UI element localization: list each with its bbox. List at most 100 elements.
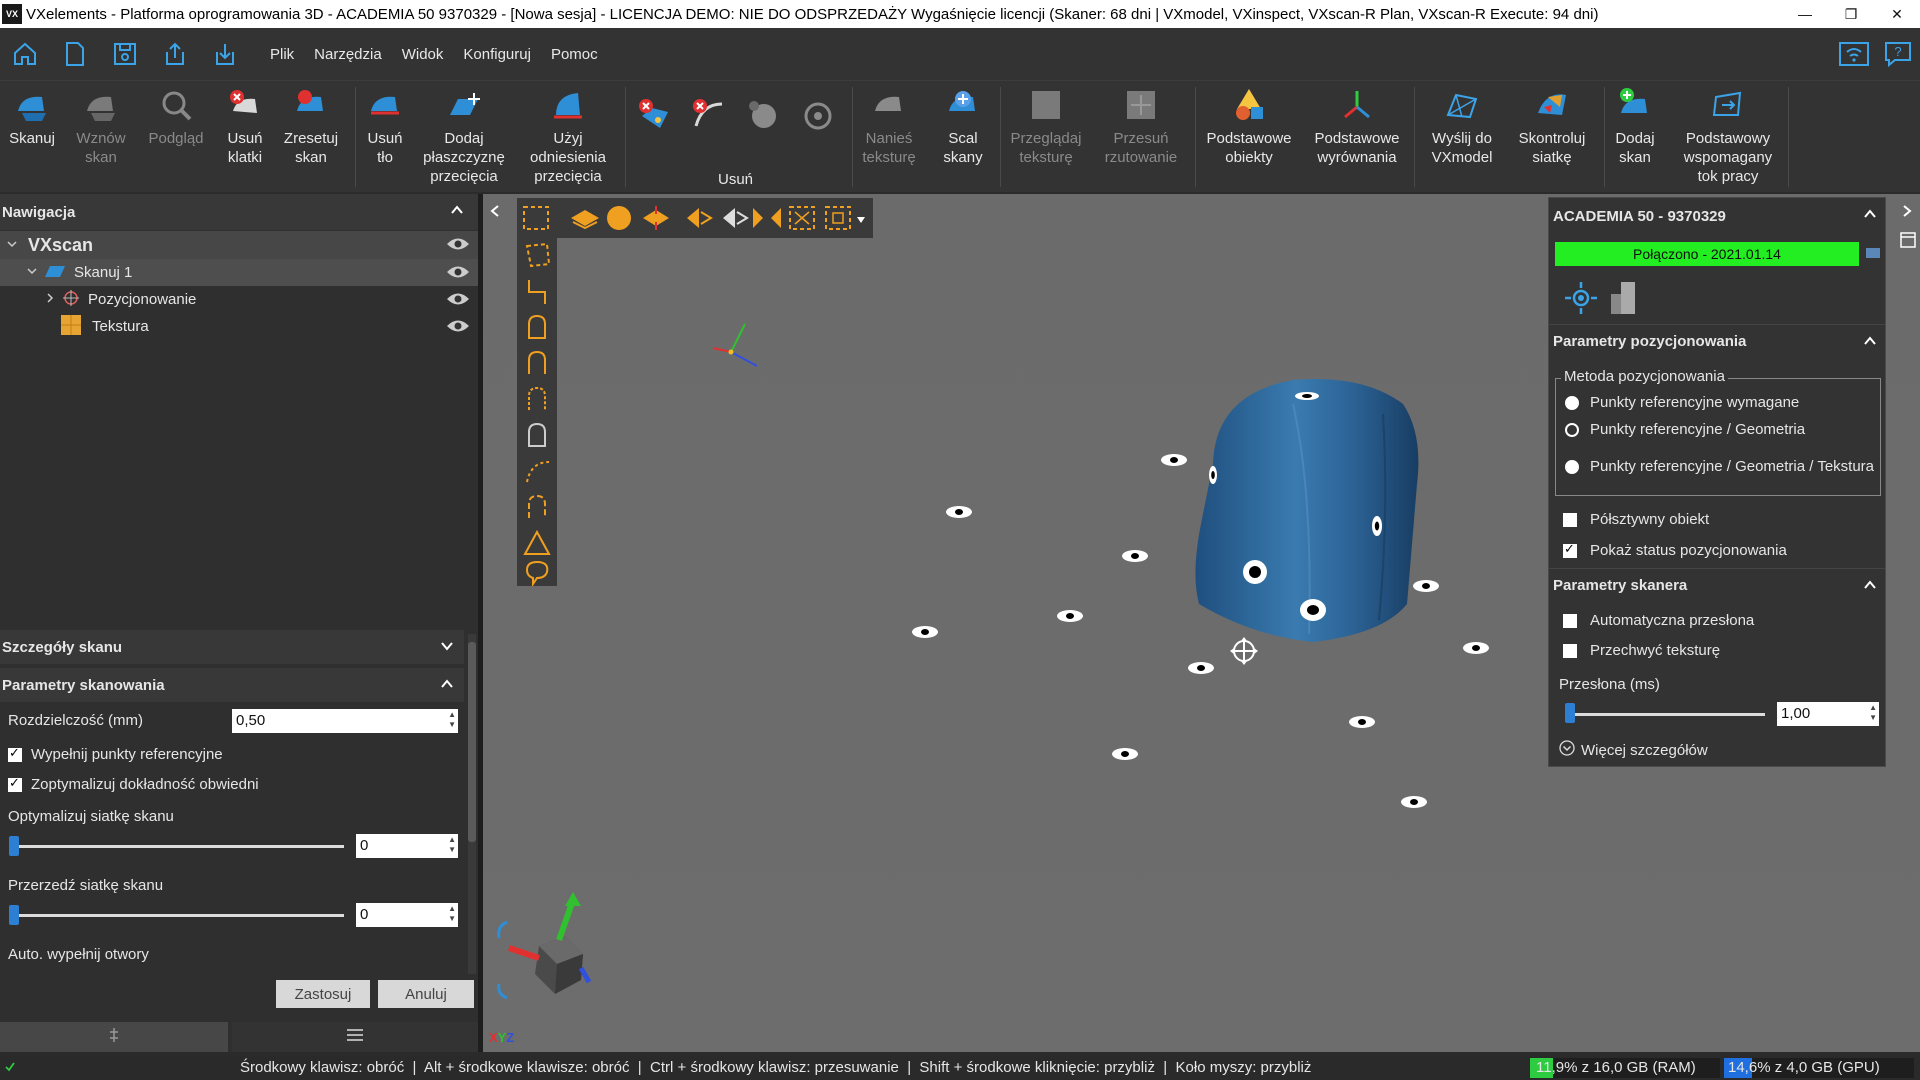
delete-frames-button[interactable]: Usuń klatki xyxy=(220,81,270,193)
basic-guided-workflow-button[interactable]: Podstawowy wspomagany tok pracy xyxy=(1678,81,1778,193)
spin-arrows-icon[interactable]: ▲ ▼ xyxy=(448,835,456,855)
help-icon[interactable]: ? xyxy=(1876,32,1920,76)
delete-positioning-button[interactable] xyxy=(794,81,838,193)
browse-texture-button[interactable]: Przeglądaj teksturę xyxy=(1004,81,1088,193)
freeform-select-icon[interactable] xyxy=(521,560,553,590)
import-icon[interactable] xyxy=(150,28,200,80)
resume-scan-button[interactable]: Wznów skan xyxy=(70,81,132,193)
connection-icon[interactable] xyxy=(1832,32,1876,76)
auto-shutter-checkbox[interactable] xyxy=(1563,613,1577,628)
invert-select-icon[interactable] xyxy=(719,204,749,236)
menu-konfiguruj[interactable]: Konfiguruj xyxy=(463,46,531,63)
send-to-vxmodel-button[interactable]: Wyślij do VXmodel xyxy=(1420,81,1504,193)
radio-refs[interactable] xyxy=(1565,395,1579,410)
device-header[interactable]: ACADEMIA 50 - 9370329 xyxy=(1549,198,1885,234)
method-option-refs-geometry[interactable]: Punkty referencyjne / Geometria xyxy=(1565,421,1805,438)
shutter-input[interactable]: 1,00 ▲ ▼ xyxy=(1777,702,1879,726)
spin-arrows-icon[interactable]: ▲ ▼ xyxy=(448,710,456,730)
list-view-tab[interactable] xyxy=(232,1022,478,1052)
rewind-icon[interactable] xyxy=(769,204,783,236)
scan-button[interactable]: Skanuj xyxy=(4,81,60,193)
move-projection-button[interactable]: Przesuń rzutowanie xyxy=(1098,81,1184,193)
eye-icon[interactable] xyxy=(446,317,470,339)
scanner-positioning-icon[interactable] xyxy=(1561,278,1601,322)
select-all-icon[interactable] xyxy=(683,204,713,236)
scanner-device-icon[interactable] xyxy=(1607,280,1641,320)
lasso-select-icon[interactable] xyxy=(521,240,553,274)
navigation-header[interactable]: Nawigacja xyxy=(0,194,478,230)
add-cutting-plane-button[interactable]: Dodaj płaszczyznę przecięcia xyxy=(418,81,510,193)
menu-widok[interactable]: Widok xyxy=(402,46,444,63)
more-details-link[interactable]: Więcej szczegółów xyxy=(1559,740,1708,760)
eye-icon[interactable] xyxy=(446,263,470,285)
collapse-left-icon[interactable] xyxy=(489,204,501,222)
shape-select-5-icon[interactable] xyxy=(521,492,553,526)
radio-refs-geometry[interactable] xyxy=(1565,422,1579,437)
tree-item-scan-1[interactable]: Skanuj 1 xyxy=(0,259,478,286)
restore-button[interactable]: ❐ xyxy=(1828,0,1874,28)
delete-targets-button[interactable] xyxy=(632,81,676,193)
preview-button[interactable]: Podgląd xyxy=(142,81,210,193)
scanner-params-header[interactable]: Parametry skanera xyxy=(1549,568,1885,602)
spin-arrows-icon[interactable]: ▲ ▼ xyxy=(1869,703,1877,723)
shape-select-2-icon[interactable] xyxy=(521,348,553,382)
shutter-slider-handle[interactable] xyxy=(1565,703,1575,723)
fill-refs-checkbox-row[interactable]: Wypełnij punkty referencyjne xyxy=(8,745,223,763)
show-status-row[interactable]: Pokaż status pozycjonowania xyxy=(1563,541,1787,559)
tree-item-vxscan[interactable]: VXscan xyxy=(0,231,478,259)
menu-narzedzia[interactable]: Narzędzia xyxy=(314,46,382,63)
shape-select-1-icon[interactable] xyxy=(521,312,553,346)
chevron-down-icon[interactable] xyxy=(26,264,38,281)
inspect-mesh-button[interactable]: Skontroluj siatkę xyxy=(1508,81,1596,193)
optimize-mesh-input[interactable]: 0 ▲ ▼ xyxy=(356,834,458,858)
panel-toggle-icon[interactable] xyxy=(1900,232,1916,252)
shutter-slider[interactable] xyxy=(1569,713,1765,716)
minimize-button[interactable]: — xyxy=(1782,0,1828,28)
details-scrollbar[interactable] xyxy=(468,634,476,974)
thin-mesh-input[interactable]: 0 ▲ ▼ xyxy=(356,903,458,927)
menu-plik[interactable]: Plik xyxy=(270,46,294,63)
chevron-down-icon[interactable] xyxy=(440,639,454,657)
semi-rigid-checkbox[interactable] xyxy=(1563,512,1577,527)
triangle-select-icon[interactable] xyxy=(521,528,553,562)
shape-select-4-icon[interactable] xyxy=(521,420,553,454)
tree-item-texture[interactable]: Tekstura xyxy=(0,313,478,340)
method-option-refs[interactable]: Punkty referencyjne wymagane xyxy=(1565,394,1799,411)
optimize-mesh-slider-handle[interactable] xyxy=(9,836,19,856)
visible-select-icon[interactable] xyxy=(605,204,633,236)
spin-arrows-icon[interactable]: ▲ ▼ xyxy=(448,904,456,924)
remove-background-button[interactable]: Usuń tło xyxy=(360,81,410,193)
reset-scan-button[interactable]: Zresetuj skan xyxy=(276,81,346,193)
view-cube[interactable] xyxy=(489,884,609,1008)
scanned-object[interactable] xyxy=(1183,374,1443,668)
scan-params-header[interactable]: Parametry skanowania xyxy=(0,668,464,702)
semi-rigid-row[interactable]: Półsztywny obiekt xyxy=(1563,511,1709,528)
resolution-input[interactable]: 0,50 ▲ ▼ xyxy=(232,709,458,733)
show-status-checkbox[interactable] xyxy=(1563,541,1577,558)
apply-button[interactable]: Zastosuj xyxy=(276,980,370,1008)
capture-texture-row[interactable]: Przechwyć teksturę xyxy=(1563,642,1720,659)
chevron-right-icon[interactable] xyxy=(44,291,56,308)
home-icon[interactable] xyxy=(0,28,50,80)
chevron-up-icon[interactable] xyxy=(1863,578,1877,596)
radio-refs-geometry-texture[interactable] xyxy=(1565,459,1579,474)
shape-select-3-icon[interactable] xyxy=(521,384,553,418)
dropdown-arrow-icon[interactable] xyxy=(855,212,867,229)
grow-select-icon[interactable] xyxy=(787,204,817,236)
surface-select-icon[interactable] xyxy=(641,204,671,236)
eye-icon[interactable] xyxy=(446,235,470,257)
apply-texture-button[interactable]: Nanieś teksturę xyxy=(858,81,920,193)
cancel-button[interactable]: Anuluj xyxy=(378,980,474,1008)
optimize-acc-checkbox-row[interactable]: Zoptymalizuj dokładność obwiedni xyxy=(8,775,259,793)
curve-select-icon[interactable] xyxy=(521,456,553,490)
chevron-up-icon[interactable] xyxy=(1863,334,1877,352)
save-icon[interactable] xyxy=(100,28,150,80)
merge-scans-button[interactable]: Scal skany xyxy=(932,81,994,193)
scan-details-header[interactable]: Szczegóły skanu xyxy=(0,630,464,664)
tree-view-tab[interactable] xyxy=(0,1022,228,1052)
chevron-up-icon[interactable] xyxy=(450,203,464,221)
eye-icon[interactable] xyxy=(446,290,470,312)
fill-refs-checkbox[interactable] xyxy=(8,745,22,762)
export-icon[interactable] xyxy=(200,28,250,80)
chevron-up-icon[interactable] xyxy=(1863,207,1877,225)
